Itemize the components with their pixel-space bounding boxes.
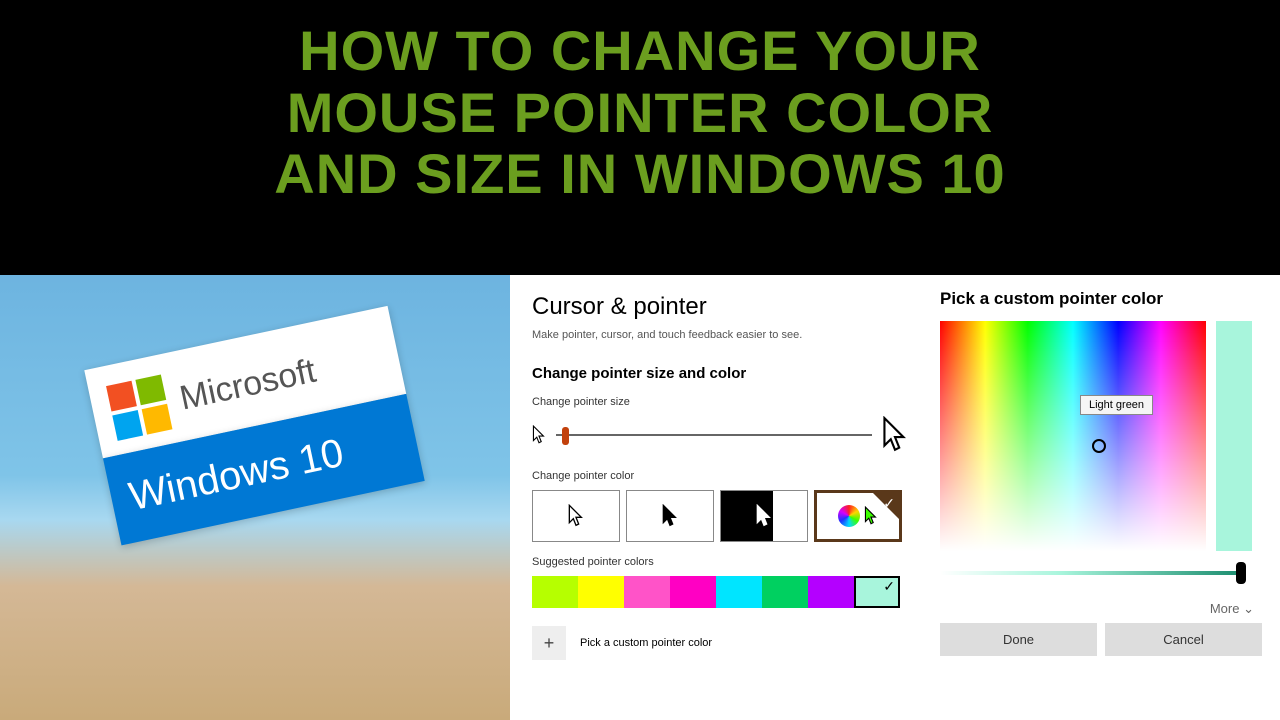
plus-icon: + <box>544 633 555 654</box>
settings-section-heading: Change pointer size and color <box>532 365 908 382</box>
title-line-1: HOW TO CHANGE YOUR <box>299 19 981 82</box>
color-gradient-field[interactable]: Light green <box>940 321 1206 551</box>
title-line-2: MOUSE POINTER COLOR <box>287 81 994 144</box>
pointer-size-row <box>532 416 908 454</box>
pick-custom-label: Pick a custom pointer color <box>580 637 712 649</box>
pointer-color-options: ✓ <box>532 490 908 542</box>
color-tooltip: Light green <box>1080 395 1153 415</box>
microsoft-logo-icon <box>106 374 172 440</box>
suggested-color-swatch[interactable] <box>578 576 624 608</box>
cancel-button[interactable]: Cancel <box>1105 623 1262 656</box>
add-custom-color-button[interactable]: + <box>532 626 566 660</box>
suggested-color-swatch[interactable] <box>624 576 670 608</box>
suggested-colors-label: Suggested pointer colors <box>532 556 908 568</box>
pointer-option-custom[interactable]: ✓ <box>814 490 902 542</box>
check-icon: ✓ <box>883 495 895 512</box>
thumbnail-title: HOW TO CHANGE YOUR MOUSE POINTER COLOR A… <box>0 20 1280 205</box>
color-selection-ring[interactable] <box>1092 439 1106 453</box>
custom-color-picker-panel: Pick a custom pointer color Light green … <box>930 275 1280 720</box>
pointer-option-black[interactable] <box>626 490 714 542</box>
pointer-size-slider[interactable] <box>556 434 872 436</box>
pointer-option-inverted[interactable] <box>720 490 808 542</box>
windows10-promo-photo: Microsoft Windows 10 <box>0 275 510 720</box>
cursor-pointer-settings: Cursor & pointer Make pointer, cursor, a… <box>510 275 930 720</box>
pick-custom-row: + Pick a custom pointer color <box>532 626 908 660</box>
slider-thumb[interactable] <box>562 427 569 445</box>
pointer-color-label: Change pointer color <box>532 470 908 482</box>
pointer-option-white[interactable] <box>532 490 620 542</box>
color-picker-heading: Pick a custom pointer color <box>940 289 1262 309</box>
hue-slider[interactable] <box>940 571 1242 575</box>
cursor-large-icon <box>882 416 908 454</box>
done-button[interactable]: Done <box>940 623 1097 656</box>
more-toggle[interactable]: More ⌄ <box>940 601 1262 617</box>
suggested-colors-row <box>532 576 908 608</box>
suggested-color-swatch[interactable] <box>762 576 808 608</box>
suggested-color-swatch[interactable] <box>854 576 900 608</box>
suggested-color-swatch[interactable] <box>532 576 578 608</box>
settings-description: Make pointer, cursor, and touch feedback… <box>532 329 908 341</box>
pointer-size-label: Change pointer size <box>532 396 908 408</box>
color-value-column[interactable] <box>1216 321 1252 551</box>
suggested-color-swatch[interactable] <box>808 576 854 608</box>
color-wheel-icon <box>838 505 860 527</box>
title-line-3: AND SIZE IN WINDOWS 10 <box>274 142 1005 205</box>
chevron-down-icon: ⌄ <box>1243 601 1254 616</box>
settings-heading: Cursor & pointer <box>532 293 908 321</box>
suggested-color-swatch[interactable] <box>716 576 762 608</box>
microsoft-brand-text: Microsoft <box>176 351 319 418</box>
cursor-small-icon <box>532 425 546 445</box>
windows10-sign: Microsoft Windows 10 <box>84 306 445 644</box>
hue-slider-thumb[interactable] <box>1236 562 1246 584</box>
suggested-color-swatch[interactable] <box>670 576 716 608</box>
